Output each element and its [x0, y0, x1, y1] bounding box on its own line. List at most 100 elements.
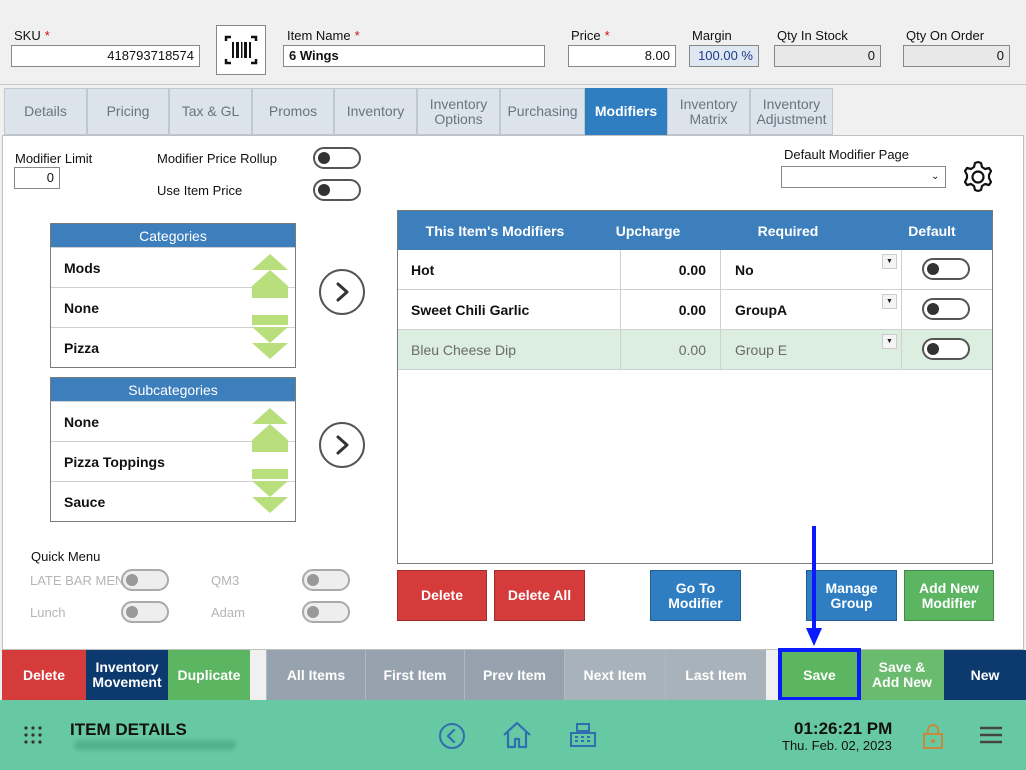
quick-menu-title: Quick Menu [31, 549, 101, 564]
sku-field[interactable]: 418793718574 [11, 45, 200, 67]
menu-button[interactable] [979, 725, 1003, 745]
tab-inventory-options[interactable]: Inventory Options [417, 88, 500, 135]
barcode-icon [224, 35, 258, 65]
arrow-down-icon [252, 497, 288, 513]
scroll-up-button[interactable] [251, 406, 289, 454]
quick-menu-toggle[interactable] [121, 601, 169, 623]
modifier-required-select[interactable]: GroupA ▼ [721, 290, 902, 329]
new-item-button[interactable]: New [944, 650, 1026, 700]
prev-item-button[interactable]: Prev Item [464, 650, 564, 700]
item-name-label: Item Name * [287, 28, 360, 43]
home-button[interactable] [501, 720, 533, 750]
sku-label: SKU * [14, 28, 50, 43]
arrow-bar-icon [252, 469, 288, 479]
modifier-required-select[interactable]: No ▼ [721, 250, 902, 289]
quick-menu-item-label: Adam [211, 605, 245, 620]
chevron-right-icon [336, 282, 349, 302]
scroll-down-button[interactable] [251, 315, 289, 363]
apps-grid-icon[interactable] [24, 726, 42, 744]
clock-date: Thu. Feb. 02, 2023 [782, 738, 892, 753]
go-to-modifier-button[interactable]: Go To Modifier [650, 570, 741, 621]
default-toggle[interactable] [922, 298, 970, 320]
table-row[interactable]: Sweet Chili Garlic 0.00 GroupA ▼ [398, 290, 992, 330]
clock-time: 01:26:21 PM [794, 719, 893, 738]
tab-inventory-adjustment[interactable]: Inventory Adjustment [750, 88, 833, 135]
delete-item-button[interactable]: Delete [2, 650, 86, 700]
add-category-button[interactable] [319, 269, 365, 315]
price-rollup-label: Modifier Price Rollup [157, 151, 277, 166]
arrow-up-icon [252, 424, 288, 440]
default-cell [902, 330, 992, 369]
delete-modifier-button[interactable]: Delete [397, 570, 487, 621]
arrow-bar-icon [252, 315, 288, 325]
column-header: This Item's Modifiers [425, 222, 565, 239]
item-name-field[interactable]: 6 Wings [283, 45, 545, 67]
duplicate-button[interactable]: Duplicate [168, 650, 250, 700]
scroll-up-button[interactable] [251, 252, 289, 300]
arrow-up-icon [252, 254, 288, 270]
modifier-upcharge[interactable]: 0.00 [621, 330, 721, 369]
back-button[interactable] [438, 722, 466, 750]
all-items-button[interactable]: All Items [266, 650, 365, 700]
column-header: Required [757, 222, 819, 239]
tab-details[interactable]: Details [4, 88, 87, 135]
default-page-label: Default Modifier Page [784, 147, 910, 162]
lock-icon [923, 724, 943, 749]
quick-menu-item-label: QM3 [211, 573, 240, 588]
chevron-right-icon [336, 435, 349, 455]
default-toggle[interactable] [922, 338, 970, 360]
quick-menu-toggle[interactable] [302, 601, 350, 623]
last-item-button[interactable]: Last Item [665, 650, 766, 700]
arrow-down-icon [252, 327, 288, 343]
modifier-upcharge[interactable]: 0.00 [621, 250, 721, 289]
save-highlight-box [778, 648, 861, 701]
annotation-arrow-icon [806, 526, 822, 646]
add-subcategory-button[interactable] [319, 422, 365, 468]
item-modifiers-table: This Item's Modifiers Upcharge Required … [397, 210, 993, 564]
register-button[interactable] [568, 720, 598, 750]
modifier-limit-field[interactable]: 0 [14, 167, 60, 189]
item-header: SKU * 418793718574 Item Name * 6 Wings Pri… [0, 0, 1026, 85]
inventory-movement-button[interactable]: Inventory Movement [86, 650, 168, 700]
tab-inventory-matrix[interactable]: Inventory Matrix [667, 88, 750, 135]
page-title: ITEM DETAILS [70, 720, 187, 739]
categories-title: Categories [51, 224, 295, 247]
required-value: No [735, 261, 754, 278]
next-item-button[interactable]: Next Item [564, 650, 665, 700]
arrow-bar-icon [252, 440, 288, 452]
modifier-name: Sweet Chili Garlic [398, 290, 621, 329]
modifier-upcharge[interactable]: 0.00 [621, 290, 721, 329]
tab-modifiers[interactable]: Modifiers [585, 88, 667, 135]
scroll-down-button[interactable] [251, 469, 289, 517]
lock-button[interactable] [922, 722, 944, 750]
save-add-new-button[interactable]: Save & Add New [860, 650, 944, 700]
column-header: Upcharge [615, 222, 681, 239]
price-rollup-toggle[interactable] [313, 147, 361, 169]
tab-purchasing[interactable]: Purchasing [500, 88, 585, 135]
default-toggle[interactable] [922, 258, 970, 280]
barcode-button[interactable] [216, 25, 266, 75]
table-row[interactable]: Bleu Cheese Dip 0.00 Group E ▼ [398, 330, 992, 370]
required-value: Group E [735, 341, 788, 358]
default-cell [902, 250, 992, 289]
arrow-bar-icon [252, 286, 288, 298]
quick-menu-toggle[interactable] [302, 569, 350, 591]
table-row[interactable]: Hot 0.00 No ▼ [398, 250, 992, 290]
add-new-modifier-button[interactable]: Add New Modifier [904, 570, 994, 621]
settings-button[interactable] [960, 159, 996, 195]
first-item-button[interactable]: First Item [365, 650, 464, 700]
blurred-user-info [74, 740, 236, 750]
tab-promos[interactable]: Promos [252, 88, 334, 135]
delete-all-button[interactable]: Delete All [494, 570, 585, 621]
price-field[interactable]: 8.00 [568, 45, 676, 67]
default-page-select[interactable] [781, 166, 946, 188]
modifier-required-select[interactable]: Group E ▼ [721, 330, 902, 369]
qty-order-label: Qty On Order [906, 28, 985, 43]
quick-menu-toggle[interactable] [121, 569, 169, 591]
tab-inventory[interactable]: Inventory [334, 88, 417, 135]
use-item-price-toggle[interactable] [313, 179, 361, 201]
gear-icon [963, 160, 993, 193]
quick-menu-item-label: LATE BAR MENU [30, 573, 134, 588]
tab-tax-gl[interactable]: Tax & GL [169, 88, 252, 135]
tab-pricing[interactable]: Pricing [87, 88, 169, 135]
